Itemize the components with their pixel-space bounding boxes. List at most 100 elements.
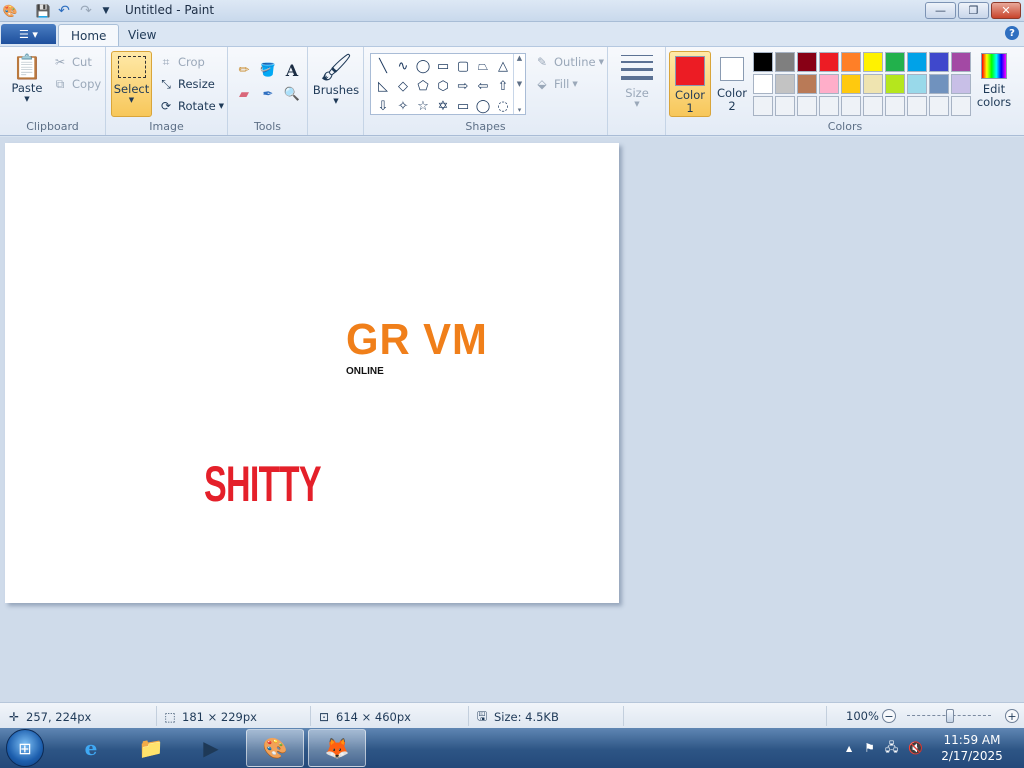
five-point-star-shape-icon[interactable]: ☆ <box>413 96 433 116</box>
undo-icon[interactable]: ↶ <box>56 3 72 19</box>
start-button[interactable]: ⊞ <box>6 729 44 767</box>
palette-color-swatch[interactable] <box>907 96 927 116</box>
resize-button[interactable]: ⤡ Resize <box>158 76 215 92</box>
palette-color-swatch[interactable] <box>819 96 839 116</box>
up-arrow-shape-icon[interactable]: ⇧ <box>493 76 513 96</box>
cut-button[interactable]: ✂ Cut <box>52 54 92 70</box>
down-arrow-shape-icon[interactable]: ⇩ <box>373 96 393 116</box>
palette-color-swatch[interactable] <box>775 96 795 116</box>
palette-color-swatch[interactable] <box>841 96 861 116</box>
scroll-down-icon[interactable]: ▼ <box>517 80 522 88</box>
color1-button[interactable]: Color 1 <box>669 51 711 117</box>
fill-bucket-icon[interactable]: 🪣 <box>257 59 279 81</box>
palette-color-swatch[interactable] <box>753 74 773 94</box>
palette-color-swatch[interactable] <box>753 52 773 72</box>
file-explorer-icon[interactable]: 📁 <box>122 729 180 767</box>
palette-color-swatch[interactable] <box>863 52 883 72</box>
palette-color-swatch[interactable] <box>885 52 905 72</box>
expand-gallery-icon[interactable]: ▾ <box>518 106 522 114</box>
drawing-canvas[interactable]: GR VM ONLINE SHITTY <box>5 143 619 603</box>
help-icon[interactable]: ? <box>1005 26 1019 40</box>
palette-color-swatch[interactable] <box>929 96 949 116</box>
palette-color-swatch[interactable] <box>797 52 817 72</box>
oval-callout-shape-icon[interactable]: ◯ <box>473 96 493 116</box>
palette-color-swatch[interactable] <box>819 74 839 94</box>
line-shape-icon[interactable]: ╲ <box>373 56 393 76</box>
rotate-button[interactable]: ⟳ Rotate ▼ <box>158 98 224 114</box>
right-triangle-shape-icon[interactable]: ◺ <box>373 76 393 96</box>
edit-colors-button[interactable]: Edit colors <box>975 53 1013 109</box>
internet-explorer-icon[interactable]: e <box>62 729 120 767</box>
oval-shape-icon[interactable]: ◯ <box>413 56 433 76</box>
palette-color-swatch[interactable] <box>841 52 861 72</box>
shapes-scrollbar[interactable]: ▲ ▼ ▾ <box>513 54 525 114</box>
palette-color-swatch[interactable] <box>775 74 795 94</box>
color2-button[interactable]: Color 2 <box>712 51 752 117</box>
palette-color-swatch[interactable] <box>885 74 905 94</box>
magnifier-icon[interactable]: 🔍 <box>281 83 303 105</box>
copy-button[interactable]: ⧉ Copy <box>52 76 101 92</box>
pentagon-shape-icon[interactable]: ⬠ <box>413 76 433 96</box>
palette-color-swatch[interactable] <box>951 74 971 94</box>
size-button[interactable]: Size ▼ <box>618 53 656 108</box>
palette-color-swatch[interactable] <box>863 96 883 116</box>
eraser-icon[interactable]: ▰ <box>233 83 255 105</box>
cloud-callout-shape-icon[interactable]: ◌ <box>493 96 513 116</box>
crop-button[interactable]: ⌗ Crop <box>158 54 205 70</box>
firefox-icon[interactable]: 🦊 <box>308 729 366 767</box>
palette-color-swatch[interactable] <box>929 52 949 72</box>
palette-color-swatch[interactable] <box>951 96 971 116</box>
fill-button[interactable]: ⬙ Fill ▼ <box>534 76 577 92</box>
zoom-in-button[interactable]: + <box>1005 709 1019 723</box>
redo-icon[interactable]: ↷ <box>78 3 94 19</box>
diamond-shape-icon[interactable]: ◇ <box>393 76 413 96</box>
brushes-button[interactable]: 🖌 Brushes ▼ <box>313 53 359 105</box>
left-arrow-shape-icon[interactable]: ⇦ <box>473 76 493 96</box>
paste-button[interactable]: 📋 Paste ▼ <box>8 53 46 103</box>
scroll-up-icon[interactable]: ▲ <box>517 54 522 62</box>
six-point-star-shape-icon[interactable]: ✡ <box>433 96 453 116</box>
curve-shape-icon[interactable]: ∿ <box>393 56 413 76</box>
clock[interactable]: 11:59 AM 2/17/2025 <box>940 732 1004 764</box>
paint-app-icon[interactable]: 🎨 <box>2 3 18 19</box>
triangle-shape-icon[interactable]: △ <box>493 56 513 76</box>
palette-color-swatch[interactable] <box>863 74 883 94</box>
palette-color-swatch[interactable] <box>841 74 861 94</box>
four-point-star-shape-icon[interactable]: ✧ <box>393 96 413 116</box>
palette-color-swatch[interactable] <box>907 74 927 94</box>
palette-color-swatch[interactable] <box>753 96 773 116</box>
palette-color-swatch[interactable] <box>951 52 971 72</box>
tab-view[interactable]: View <box>116 24 168 46</box>
rounded-rectangle-shape-icon[interactable]: ▢ <box>453 56 473 76</box>
right-arrow-shape-icon[interactable]: ⇨ <box>453 76 473 96</box>
text-icon[interactable]: A <box>281 59 303 81</box>
close-button[interactable]: ✕ <box>991 2 1021 19</box>
customize-qat-icon[interactable]: ▼ <box>98 3 114 19</box>
minimize-button[interactable]: — <box>925 2 956 19</box>
network-icon[interactable]: 🖧 <box>885 738 898 759</box>
palette-color-swatch[interactable] <box>929 74 949 94</box>
palette-color-swatch[interactable] <box>797 96 817 116</box>
palette-color-swatch[interactable] <box>907 52 927 72</box>
show-hidden-icons-icon[interactable]: ▲ <box>846 744 852 753</box>
media-player-icon[interactable]: ▶ <box>182 729 240 767</box>
polygon-shape-icon[interactable]: ⏢ <box>473 56 493 76</box>
tab-home[interactable]: Home <box>58 24 120 46</box>
volume-muted-icon[interactable]: 🔇 <box>908 741 923 755</box>
save-icon[interactable]: 💾 <box>35 3 51 19</box>
palette-color-swatch[interactable] <box>797 74 817 94</box>
paint-taskbar-icon[interactable]: 🎨 <box>246 729 304 767</box>
zoom-out-button[interactable]: − <box>882 709 896 723</box>
hexagon-shape-icon[interactable]: ⬡ <box>433 76 453 96</box>
color-picker-icon[interactable]: ✒ <box>257 83 279 105</box>
rectangle-shape-icon[interactable]: ▭ <box>433 56 453 76</box>
rounded-callout-shape-icon[interactable]: ▭ <box>453 96 473 116</box>
palette-color-swatch[interactable] <box>819 52 839 72</box>
action-center-flag-icon[interactable]: ⚑ <box>864 741 875 755</box>
pencil-icon[interactable]: ✏ <box>233 59 255 81</box>
select-button[interactable]: Select ▼ <box>111 51 152 117</box>
maximize-button[interactable]: ❐ <box>958 2 989 19</box>
outline-button[interactable]: ✎ Outline ▼ <box>534 54 604 70</box>
palette-color-swatch[interactable] <box>885 96 905 116</box>
zoom-slider-thumb[interactable] <box>946 709 954 723</box>
